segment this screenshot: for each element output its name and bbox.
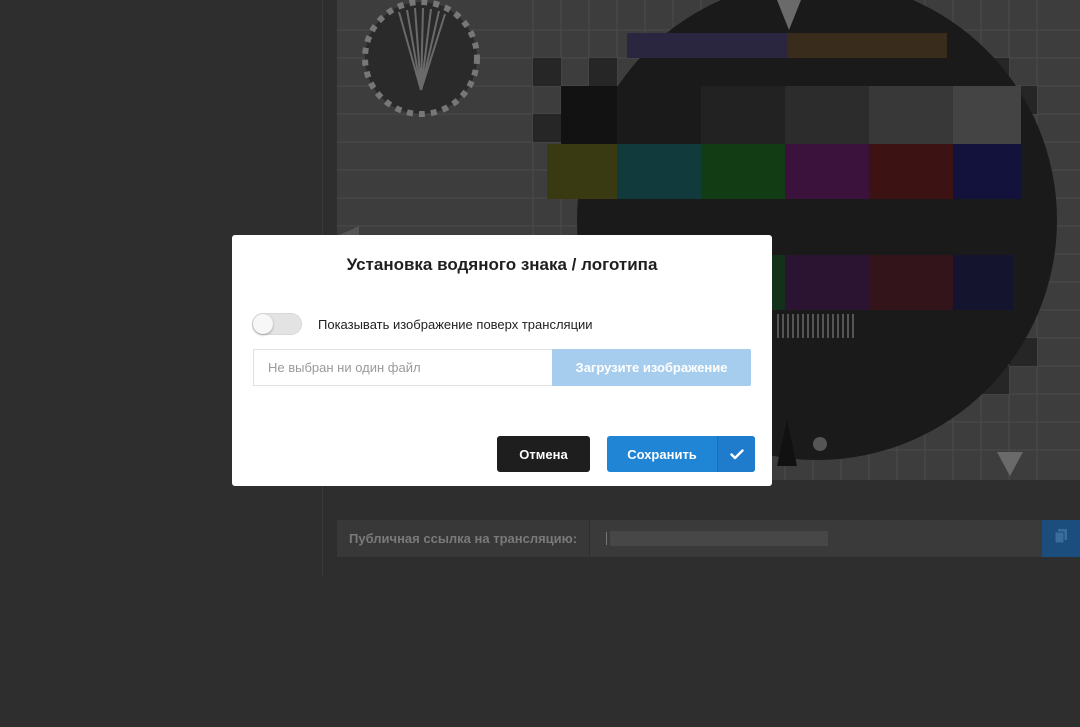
show-overlay-toggle-row: Показывать изображение поверх трансляции <box>252 313 593 335</box>
upload-image-button[interactable]: Загрузите изображение <box>552 349 751 386</box>
show-overlay-toggle[interactable] <box>252 313 302 335</box>
toggle-label: Показывать изображение поверх трансляции <box>318 316 593 332</box>
toggle-knob <box>253 314 273 334</box>
watermark-modal: Установка водяного знака / логотипа Пока… <box>232 235 772 486</box>
modal-title: Установка водяного знака / логотипа <box>346 255 658 274</box>
save-button[interactable]: Сохранить <box>607 436 755 472</box>
file-name-field[interactable]: Не выбран ни один файл <box>253 349 552 386</box>
checkmark-icon <box>717 436 755 472</box>
file-upload-row: Не выбран ни один файл Загрузите изображ… <box>253 349 751 386</box>
cancel-button[interactable]: Отмена <box>497 436 590 472</box>
save-button-label: Сохранить <box>627 446 697 462</box>
